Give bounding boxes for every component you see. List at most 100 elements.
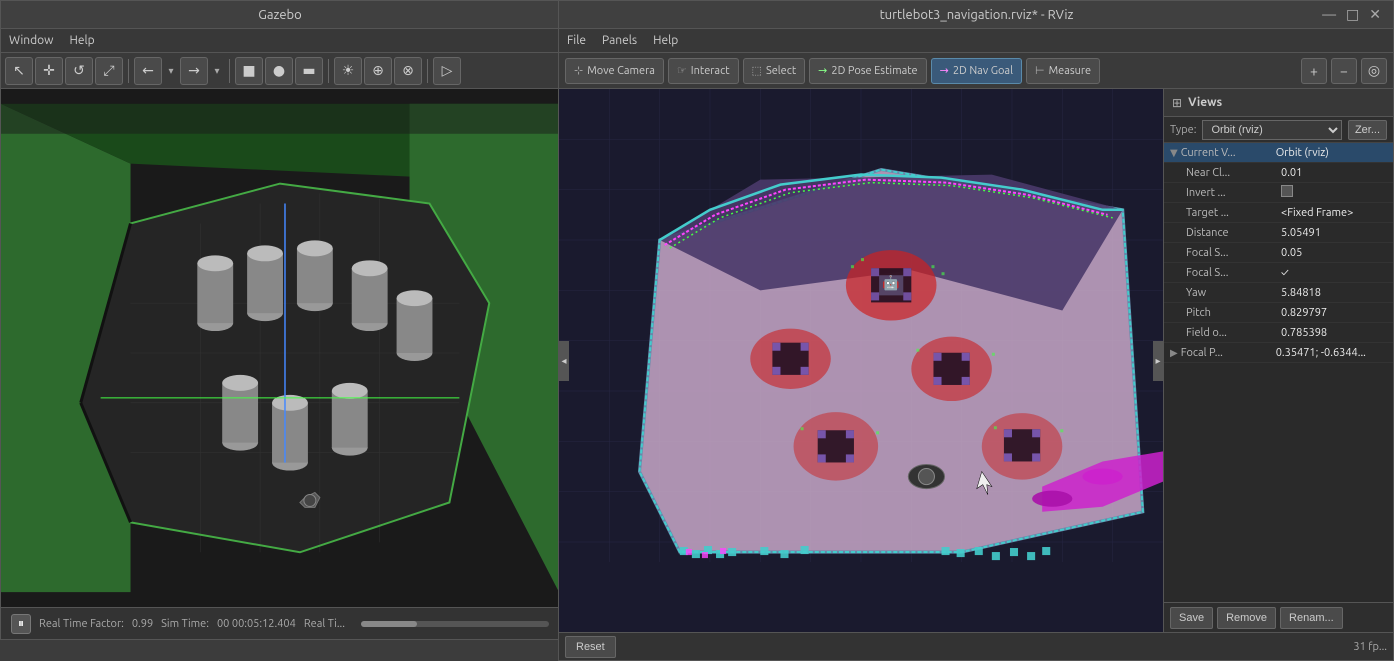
tree-header-value: Orbit (rviz) bbox=[1276, 147, 1387, 159]
pitch-value: 0.829797 bbox=[1281, 307, 1387, 319]
rviz-title-controls: — □ ✕ bbox=[1322, 6, 1381, 23]
undo-arrow[interactable]: ▾ bbox=[164, 57, 178, 85]
rviz-main: ◂ ▸ bbox=[559, 89, 1393, 632]
rviz-bottom-bar: Reset 31 fp... bbox=[559, 632, 1393, 660]
tree-row-focal-s2[interactable]: Focal S... ✓ bbox=[1164, 263, 1393, 283]
gazebo-menu-window[interactable]: Window bbox=[9, 34, 53, 47]
tree-row-near-clip[interactable]: Near Cl... 0.01 bbox=[1164, 163, 1393, 183]
focal-s1-label: Focal S... bbox=[1186, 247, 1281, 259]
pose-estimate-icon: → bbox=[818, 64, 827, 77]
tree-row-yaw[interactable]: Yaw 5.84818 bbox=[1164, 283, 1393, 303]
gazebo-titlebar: Gazebo bbox=[1, 1, 559, 29]
tree-row-distance[interactable]: Distance 5.05491 bbox=[1164, 223, 1393, 243]
redo-btn[interactable]: → bbox=[180, 57, 208, 85]
rviz-menu-panels[interactable]: Panels bbox=[602, 34, 637, 47]
views-header: ⊞ Views bbox=[1164, 89, 1393, 117]
select-tool-btn[interactable]: ↖ bbox=[5, 57, 33, 85]
near-clip-value: 0.01 bbox=[1281, 167, 1387, 179]
close-btn[interactable]: ✕ bbox=[1369, 6, 1381, 23]
focal-s2-value: ✓ bbox=[1281, 267, 1387, 279]
remove-view-btn[interactable]: − bbox=[1331, 58, 1357, 84]
pause-button[interactable]: ⏸ bbox=[11, 614, 31, 634]
nav-goal-btn[interactable]: → 2D Nav Goal bbox=[931, 58, 1022, 84]
views-icon: ⊞ bbox=[1172, 96, 1182, 110]
collapse-right-btn[interactable]: ▸ bbox=[1153, 341, 1163, 381]
tree-row-invert[interactable]: Invert ... bbox=[1164, 183, 1393, 203]
invert-value bbox=[1281, 185, 1387, 200]
joint-btn[interactable]: ⊕ bbox=[364, 57, 392, 85]
measure-label: Measure bbox=[1049, 65, 1092, 77]
minimize-btn[interactable]: — bbox=[1322, 6, 1336, 23]
nav-goal-icon: → bbox=[940, 64, 949, 77]
toolbar-sep-4 bbox=[427, 59, 428, 83]
light-btn[interactable]: ☀ bbox=[334, 57, 362, 85]
save-button[interactable]: Save bbox=[1170, 607, 1213, 629]
sphere-btn[interactable]: ● bbox=[265, 57, 293, 85]
tree-row-fov[interactable]: Field o... 0.785398 bbox=[1164, 323, 1393, 343]
select-btn[interactable]: ⬚ Select bbox=[743, 58, 806, 84]
move-camera-label: Move Camera bbox=[587, 65, 655, 77]
undo-btn[interactable]: ← bbox=[134, 57, 162, 85]
model-btn[interactable]: ⊗ bbox=[394, 57, 422, 85]
gazebo-scene-svg bbox=[1, 89, 559, 607]
focal-p-expand: ▶ bbox=[1170, 347, 1178, 359]
yaw-label: Yaw bbox=[1186, 287, 1281, 299]
focal-p-value: 0.35471; -0.6344... bbox=[1276, 347, 1387, 359]
focal-s2-label: Focal S... bbox=[1186, 267, 1281, 279]
rename-button[interactable]: Renam... bbox=[1280, 607, 1343, 629]
rviz-titlebar: turtlebot3_navigation.rviz* - RViz — □ ✕ bbox=[559, 1, 1393, 29]
reset-button[interactable]: Reset bbox=[565, 636, 616, 658]
toolbar-sep-2 bbox=[229, 59, 230, 83]
move-camera-icon: ⊹ bbox=[574, 64, 583, 77]
tree-row-focal-p[interactable]: ▶ Focal P... 0.35471; -0.6344... bbox=[1164, 343, 1393, 363]
add-view-btn[interactable]: + bbox=[1301, 58, 1327, 84]
tree-header-row[interactable]: ▼ Current V... Orbit (rviz) bbox=[1164, 143, 1393, 163]
type-select[interactable]: Orbit (rviz) bbox=[1202, 120, 1342, 140]
views-footer: Save Remove Renam... bbox=[1164, 602, 1393, 632]
rotate-tool-btn[interactable]: ↺ bbox=[65, 57, 93, 85]
collapse-left-btn[interactable]: ◂ bbox=[559, 341, 569, 381]
maximize-btn[interactable]: □ bbox=[1346, 6, 1359, 23]
toolbar-sep-1 bbox=[128, 59, 129, 83]
focal-s1-value: 0.05 bbox=[1281, 247, 1387, 259]
interact-btn[interactable]: ☞ Interact bbox=[668, 58, 739, 84]
fov-value: 0.785398 bbox=[1281, 327, 1387, 339]
views-title: Views bbox=[1188, 96, 1222, 109]
focus-btn[interactable]: ◎ bbox=[1361, 58, 1387, 84]
tree-row-pitch[interactable]: Pitch 0.829797 bbox=[1164, 303, 1393, 323]
expand-icon: ▼ bbox=[1170, 147, 1178, 159]
rviz-right-panel: ⊞ Views Type: Orbit (rviz) Zer... ▼ Curr… bbox=[1163, 89, 1393, 632]
pose-estimate-btn[interactable]: → 2D Pose Estimate bbox=[809, 58, 926, 84]
rviz-window: turtlebot3_navigation.rviz* - RViz — □ ✕… bbox=[558, 0, 1394, 661]
zero-button[interactable]: Zer... bbox=[1348, 120, 1387, 140]
tree-row-target[interactable]: Target ... <Fixed Frame> bbox=[1164, 203, 1393, 223]
select-icon: ⬚ bbox=[752, 64, 762, 77]
move-camera-btn[interactable]: ⊹ Move Camera bbox=[565, 58, 664, 84]
target-label: Target ... bbox=[1186, 207, 1281, 219]
translate-tool-btn[interactable]: ✛ bbox=[35, 57, 63, 85]
rviz-menu-help[interactable]: Help bbox=[653, 34, 678, 47]
type-label: Type: bbox=[1170, 124, 1196, 136]
rviz-viewport[interactable]: ◂ ▸ bbox=[559, 89, 1163, 632]
measure-icon: ⊢ bbox=[1035, 64, 1045, 77]
play-btn[interactable]: ▷ bbox=[433, 57, 461, 85]
rviz-toolbar: ⊹ Move Camera ☞ Interact ⬚ Select → 2D P… bbox=[559, 53, 1393, 89]
tree-row-focal-s1[interactable]: Focal S... 0.05 bbox=[1164, 243, 1393, 263]
redo-arrow[interactable]: ▾ bbox=[210, 57, 224, 85]
gazebo-viewport[interactable] bbox=[1, 89, 559, 607]
rviz-menu-file[interactable]: File bbox=[567, 34, 586, 47]
cylinder-btn[interactable]: ▬ bbox=[295, 57, 323, 85]
views-type-row: Type: Orbit (rviz) Zer... bbox=[1164, 117, 1393, 143]
invert-checkbox[interactable] bbox=[1281, 185, 1293, 197]
gazebo-toolbar: ↖ ✛ ↺ ⤢ ← ▾ → ▾ ■ ● ▬ ☀ ⊕ ⊗ ▷ bbox=[1, 53, 559, 89]
rviz-menubar: File Panels Help bbox=[559, 29, 1393, 53]
measure-btn[interactable]: ⊢ Measure bbox=[1026, 58, 1100, 84]
box-btn[interactable]: ■ bbox=[235, 57, 263, 85]
gazebo-window: Gazebo Window Help ↖ ✛ ↺ ⤢ ← ▾ → ▾ ■ ● ▬… bbox=[0, 0, 560, 640]
gazebo-menu-help[interactable]: Help bbox=[69, 34, 94, 47]
target-value: <Fixed Frame> bbox=[1281, 207, 1387, 219]
yaw-value: 5.84818 bbox=[1281, 287, 1387, 299]
fps-display: 31 fp... bbox=[1353, 641, 1387, 653]
remove-button[interactable]: Remove bbox=[1217, 607, 1276, 629]
scale-tool-btn[interactable]: ⤢ bbox=[95, 57, 123, 85]
